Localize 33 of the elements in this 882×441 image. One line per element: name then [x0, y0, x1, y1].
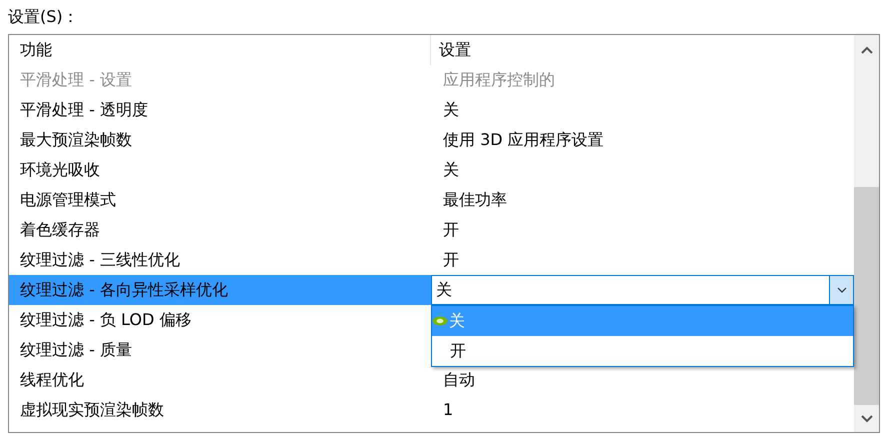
column-header[interactable]: 设置 — [431, 35, 854, 65]
settings-label: 设置(S)： — [8, 6, 79, 28]
eye-logo-icon — [432, 316, 448, 326]
feature-cell[interactable]: 虚拟现实预渲染帧数 — [9, 395, 431, 425]
chevron-down-icon — [836, 287, 846, 293]
dropdown-option[interactable]: 开 — [432, 336, 853, 366]
chevron-down-icon[interactable] — [860, 414, 872, 422]
feature-cell[interactable]: 纹理过滤 - 质量 — [9, 335, 431, 365]
value-cell-text: 自动 — [442, 369, 476, 391]
feature-cell[interactable]: 纹理过滤 - 三线性优化 — [9, 245, 431, 275]
value-cell-text: 1 — [442, 399, 454, 421]
value-cell-text: 最佳功率 — [442, 189, 508, 211]
feature-cell[interactable]: 纹理过滤 - 负 LOD 偏移 — [9, 305, 431, 335]
value-cell-text: 关 — [442, 99, 460, 121]
value-cell-text: 开 — [442, 249, 460, 271]
feature-cell[interactable]: 电源管理模式 — [9, 185, 431, 215]
feature-cell[interactable]: 最大预渲染帧数 — [9, 125, 431, 155]
feature-cell[interactable]: 着色缓存器 — [9, 215, 431, 245]
value-cell-text: 应用程序控制的 — [442, 69, 556, 91]
feature-cell[interactable]: 纹理过滤 - 各向异性采样优化 — [9, 275, 431, 305]
value-combobox[interactable]: 关 — [431, 275, 854, 305]
feature-cell[interactable]: 环境光吸收 — [9, 155, 431, 185]
scrollbar-thumb[interactable] — [854, 187, 879, 405]
scrollbar[interactable] — [854, 35, 879, 432]
feature-cell[interactable]: 线程优化 — [9, 365, 431, 395]
combobox-value: 关 — [435, 279, 453, 301]
value-cell-text: 关 — [442, 159, 460, 181]
value-cell-text: 开 — [442, 219, 460, 241]
dropdown-button[interactable] — [829, 276, 853, 304]
feature-cell[interactable]: 平滑处理 - 透明度 — [9, 95, 431, 125]
column-header[interactable]: 功能 — [9, 35, 431, 65]
value-cell-text: 使用 3D 应用程序设置 — [442, 129, 605, 151]
chevron-up-icon[interactable] — [860, 46, 872, 54]
